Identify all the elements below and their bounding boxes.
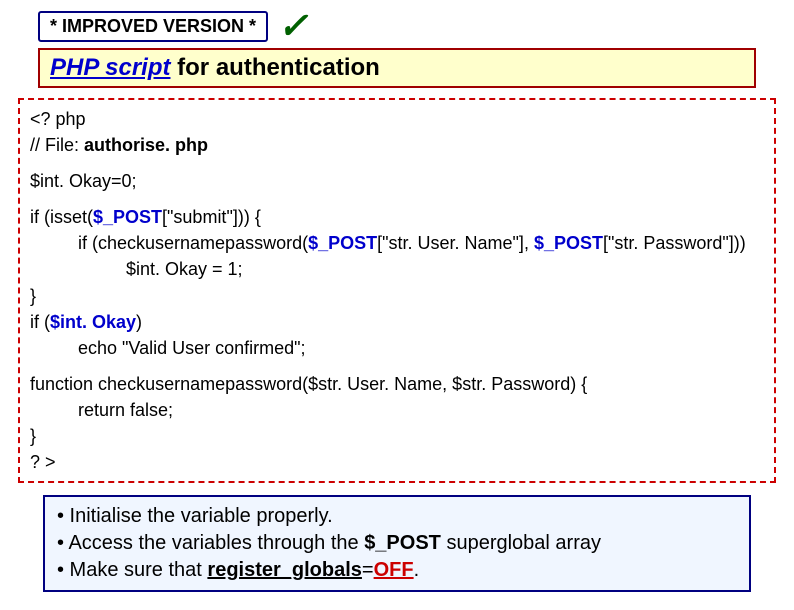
post-superglobal: $_POST: [364, 532, 441, 554]
code-line: function checkusernamepassword($str. Use…: [30, 371, 764, 397]
code-text: if (isset(: [30, 207, 93, 227]
title-text: for authentication: [170, 54, 379, 81]
code-line: if (isset($_POST["submit"])) {: [30, 204, 764, 230]
code-text: ["str. User. Name"],: [377, 233, 534, 253]
code-line: // File: authorise. php: [30, 132, 764, 158]
code-text: if (: [30, 312, 50, 332]
off-value: OFF: [374, 559, 414, 581]
code-line: }: [30, 283, 764, 309]
code-block: <? php // File: authorise. php $int. Oka…: [18, 98, 776, 483]
code-text: ["str. Password"])): [603, 233, 746, 253]
code-line: if ($int. Okay): [30, 309, 764, 335]
title-box: PHP script for authentication: [38, 48, 756, 88]
title-emphasis: PHP script: [50, 54, 170, 81]
code-text: ): [136, 312, 142, 332]
note-text: superglobal array: [441, 532, 601, 554]
code-line: if (checkusernamepassword($_POST["str. U…: [30, 230, 764, 256]
spacer: [30, 158, 764, 168]
note-text: • Access the variables through the: [57, 532, 364, 554]
code-text: ["submit"])) {: [162, 207, 261, 227]
post-superglobal: $_POST: [534, 233, 603, 253]
note-text: =: [362, 559, 374, 581]
code-line: $int. Okay=0;: [30, 168, 764, 194]
post-superglobal: $_POST: [93, 207, 162, 227]
code-line: <? php: [30, 106, 764, 132]
note-text: .: [414, 559, 420, 581]
spacer: [30, 194, 764, 204]
checkmark-icon: ✓: [278, 8, 308, 44]
bullet-item: • Make sure that register_globals=OFF.: [57, 557, 737, 584]
note-text: • Make sure that: [57, 559, 207, 581]
bullet-item: • Access the variables through the $_POS…: [57, 530, 737, 557]
code-text: if (checkusernamepassword(: [78, 233, 308, 253]
register-globals: register_globals: [207, 559, 362, 581]
notes-box: • Initialise the variable properly. • Ac…: [43, 495, 751, 592]
header-row: * IMPROVED VERSION * ✓: [38, 8, 786, 44]
code-line: }: [30, 423, 764, 449]
code-line: echo "Valid User confirmed";: [30, 335, 764, 361]
code-line: ? >: [30, 449, 764, 475]
spacer: [30, 361, 764, 371]
bullet-item: • Initialise the variable properly.: [57, 503, 737, 530]
post-superglobal: $_POST: [308, 233, 377, 253]
code-line: return false;: [30, 397, 764, 423]
code-line: $int. Okay = 1;: [30, 256, 764, 282]
intokay-var: $int. Okay: [50, 312, 136, 332]
code-filename: authorise. php: [84, 135, 208, 155]
code-text: // File:: [30, 135, 84, 155]
improved-version-badge: * IMPROVED VERSION *: [38, 11, 268, 42]
